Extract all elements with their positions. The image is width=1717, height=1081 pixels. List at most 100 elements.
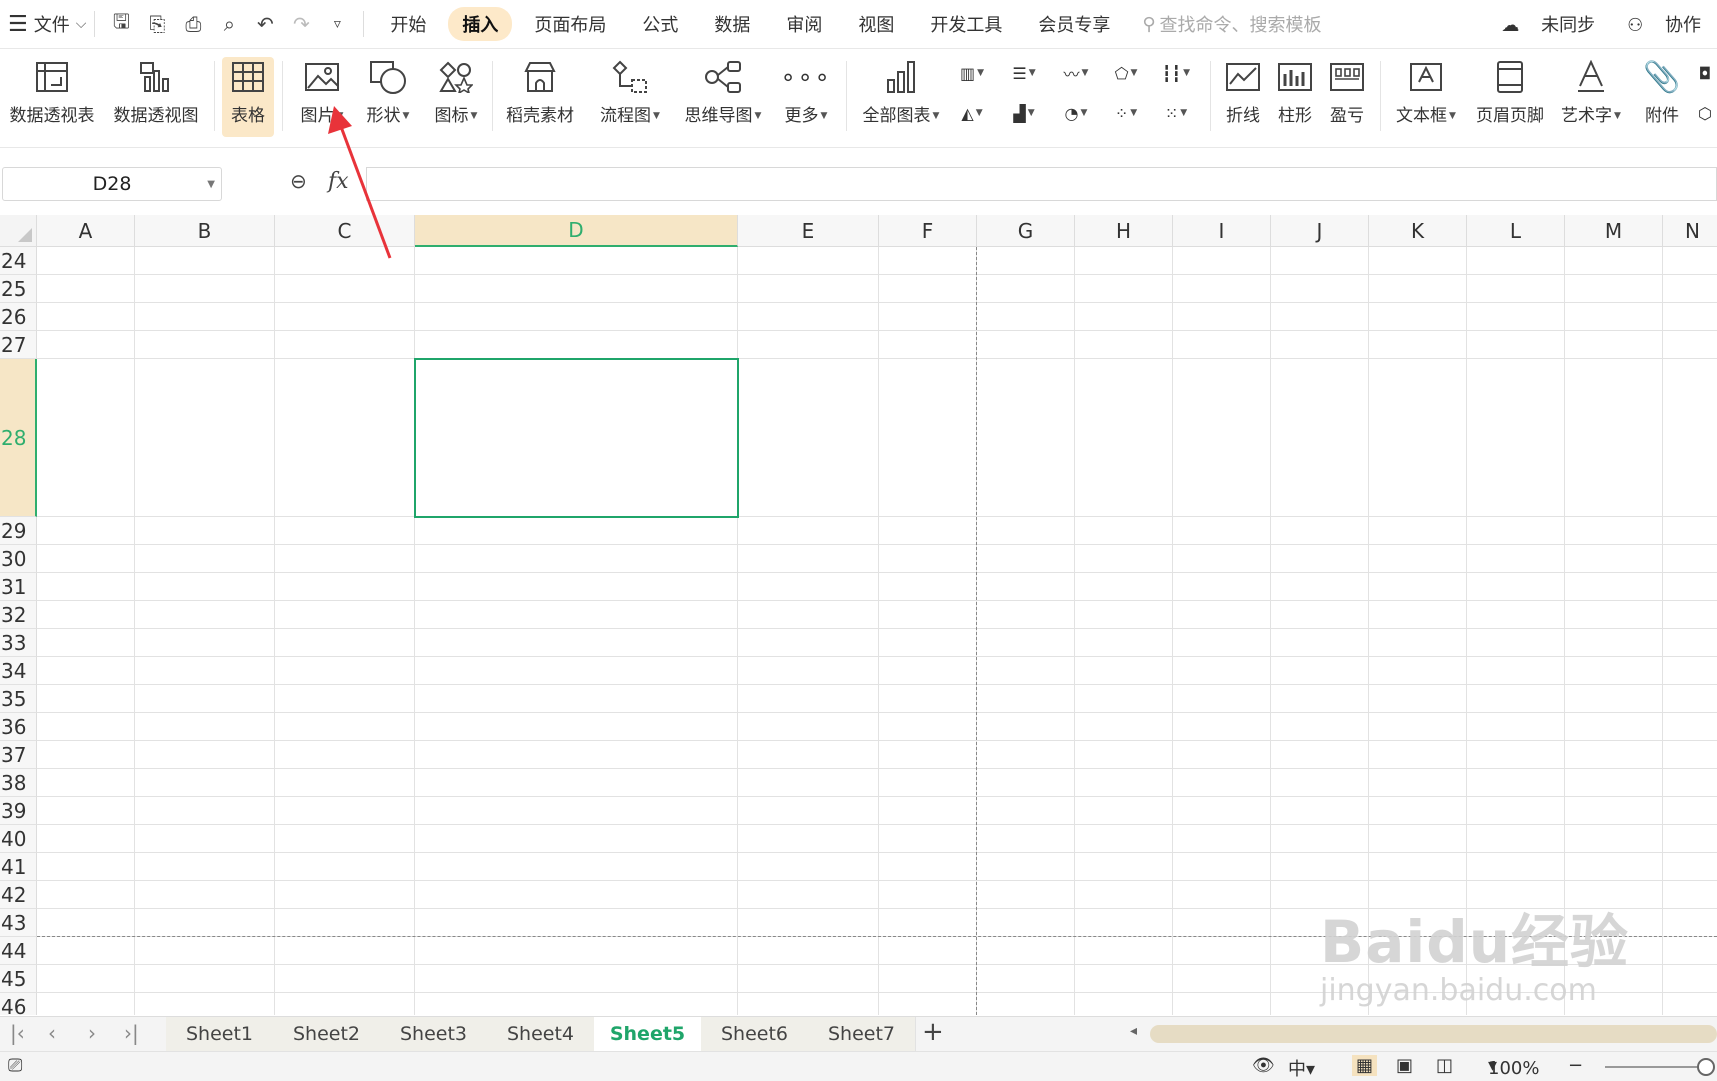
- sparkline-winloss-button[interactable]: 盈亏: [1322, 57, 1372, 137]
- zoom-level[interactable]: 100% ▾: [1488, 1055, 1539, 1079]
- zoom-slider-handle[interactable]: [1697, 1058, 1715, 1076]
- format-painter-icon[interactable]: ⎘: [139, 12, 175, 36]
- tab-formulas[interactable]: 公式: [628, 7, 692, 41]
- sync-status[interactable]: ☁ 未同步: [1493, 11, 1603, 37]
- pie-chart-button[interactable]: ◔ ▼: [1056, 97, 1096, 129]
- next-sheet-icon[interactable]: ›: [88, 1021, 96, 1045]
- zoom-formula-icon[interactable]: ⊖: [290, 169, 307, 193]
- row-header-32[interactable]: 32: [0, 601, 37, 629]
- bar-chart-button[interactable]: ☰ ▼: [1004, 57, 1044, 89]
- row-header-43[interactable]: 43: [0, 909, 37, 937]
- formula-input[interactable]: [366, 167, 1717, 201]
- redo-icon[interactable]: ↷: [283, 12, 319, 36]
- horizontal-scrollbar[interactable]: [1150, 1025, 1717, 1043]
- select-all-corner[interactable]: [0, 215, 37, 247]
- first-sheet-icon[interactable]: |‹: [10, 1021, 25, 1045]
- column-header-b[interactable]: B: [135, 215, 275, 247]
- sparkline-column-button[interactable]: 柱形: [1270, 57, 1320, 137]
- column-header-i[interactable]: I: [1173, 215, 1271, 247]
- icons-button[interactable]: 图标 ▼: [424, 57, 488, 137]
- camera-icon[interactable]: ◘: [1692, 57, 1717, 89]
- stock-chart-button[interactable]: ┇┇ ▼: [1156, 57, 1196, 89]
- column-header-m[interactable]: M: [1565, 215, 1663, 247]
- tab-review[interactable]: 审阅: [772, 7, 836, 41]
- picture-button[interactable]: 图片 ▼: [290, 57, 354, 137]
- row-header-38[interactable]: 38: [0, 769, 37, 797]
- row-header-44[interactable]: 44: [0, 937, 37, 965]
- column-header-a[interactable]: A: [37, 215, 135, 247]
- area-chart-button[interactable]: ◭ ▼: [952, 97, 992, 129]
- row-header-42[interactable]: 42: [0, 881, 37, 909]
- shapes-button[interactable]: 形状 ▼: [356, 57, 420, 137]
- save-icon[interactable]: 🖫: [103, 7, 139, 41]
- flowchart-button[interactable]: 流程图 ▼: [590, 57, 670, 137]
- column-chart-button[interactable]: ▥ ▼: [952, 57, 992, 89]
- active-cell[interactable]: [414, 358, 739, 518]
- column-header-h[interactable]: H: [1075, 215, 1173, 247]
- sheet-tab[interactable]: Sheet2: [273, 1017, 381, 1051]
- sheet-tab[interactable]: Sheet6: [701, 1017, 809, 1051]
- row-header-28[interactable]: 28: [0, 359, 37, 517]
- zoom-slider-track[interactable]: [1605, 1066, 1705, 1068]
- row-header-27[interactable]: 27: [0, 331, 37, 359]
- page-layout-view-icon[interactable]: ▣: [1396, 1055, 1413, 1076]
- normal-view-icon[interactable]: ▦: [1352, 1055, 1378, 1076]
- row-header-35[interactable]: 35: [0, 685, 37, 713]
- wordart-button[interactable]: 艺术字 ▼: [1554, 57, 1628, 137]
- print-icon[interactable]: ⎙: [175, 12, 211, 36]
- row-header-39[interactable]: 39: [0, 797, 37, 825]
- collab-button[interactable]: ⚇ 协作: [1619, 11, 1709, 37]
- row-header-36[interactable]: 36: [0, 713, 37, 741]
- column-header-f[interactable]: F: [879, 215, 977, 247]
- file-menu[interactable]: ☰ 文件 ⌵: [8, 11, 86, 37]
- column-header-n[interactable]: N: [1663, 215, 1717, 247]
- tab-view[interactable]: 视图: [844, 7, 908, 41]
- pivot-chart-button[interactable]: 数据透视图: [108, 57, 204, 137]
- input-mode-icon[interactable]: 中▾: [1288, 1055, 1315, 1081]
- name-box[interactable]: D28 ▼: [2, 167, 222, 201]
- row-header-25[interactable]: 25: [0, 275, 37, 303]
- column-header-g[interactable]: G: [977, 215, 1075, 247]
- row-header-40[interactable]: 40: [0, 825, 37, 853]
- line-chart-button[interactable]: 〰 ▼: [1056, 57, 1096, 89]
- undo-icon[interactable]: ↶: [247, 12, 283, 36]
- row-header-37[interactable]: 37: [0, 741, 37, 769]
- customize-icon[interactable]: ▿: [319, 16, 355, 32]
- scatter-chart-button[interactable]: ⁘ ▼: [1106, 97, 1146, 129]
- tab-insert[interactable]: 插入: [448, 7, 513, 41]
- scroll-left-icon[interactable]: ◂: [1130, 1023, 1137, 1039]
- row-header-46[interactable]: 46: [0, 993, 37, 1015]
- row-header-34[interactable]: 34: [0, 657, 37, 685]
- tab-page-layout[interactable]: 页面布局: [520, 7, 620, 41]
- tab-data[interactable]: 数据: [700, 7, 764, 41]
- row-header-33[interactable]: 33: [0, 629, 37, 657]
- sheet-tab[interactable]: Sheet7: [808, 1017, 916, 1051]
- sheet-tab-active[interactable]: Sheet5: [594, 1017, 702, 1051]
- tab-member[interactable]: 会员专享: [1024, 7, 1124, 41]
- combo-chart-button[interactable]: ▟ ▼: [1004, 97, 1044, 129]
- row-header-30[interactable]: 30: [0, 545, 37, 573]
- command-search[interactable]: ⚲ 查找命令、搜索模板: [1142, 11, 1321, 37]
- all-charts-button[interactable]: 全部图表 ▼: [856, 57, 946, 137]
- row-header-24[interactable]: 24: [0, 247, 37, 275]
- sparkline-line-button[interactable]: 折线: [1218, 57, 1268, 137]
- column-header-d[interactable]: D: [415, 215, 738, 247]
- header-footer-button[interactable]: 页眉页脚: [1470, 57, 1550, 137]
- row-header-45[interactable]: 45: [0, 965, 37, 993]
- more-button[interactable]: ∘∘∘ 更多 ▼: [774, 57, 838, 137]
- page-break-view-icon[interactable]: ◫: [1436, 1055, 1453, 1076]
- bubble-chart-button[interactable]: ⁙ ▼: [1156, 97, 1196, 129]
- daoke-materials-button[interactable]: 稻壳素材: [500, 57, 580, 137]
- row-header-26[interactable]: 26: [0, 303, 37, 331]
- eye-protection-icon[interactable]: 👁: [1252, 1055, 1275, 1076]
- tab-home[interactable]: 开始: [376, 7, 440, 41]
- print-preview-icon[interactable]: ⌕: [211, 12, 247, 36]
- textbox-button[interactable]: 文本框 ▼: [1388, 57, 1464, 137]
- sheet-tab[interactable]: Sheet4: [487, 1017, 595, 1051]
- last-sheet-icon[interactable]: ›|: [124, 1021, 139, 1045]
- radar-chart-button[interactable]: ⬠ ▼: [1106, 57, 1146, 89]
- tab-developer[interactable]: 开发工具: [916, 7, 1016, 41]
- column-header-l[interactable]: L: [1467, 215, 1565, 247]
- row-header-41[interactable]: 41: [0, 853, 37, 881]
- sheet-tab[interactable]: Sheet1: [166, 1017, 274, 1051]
